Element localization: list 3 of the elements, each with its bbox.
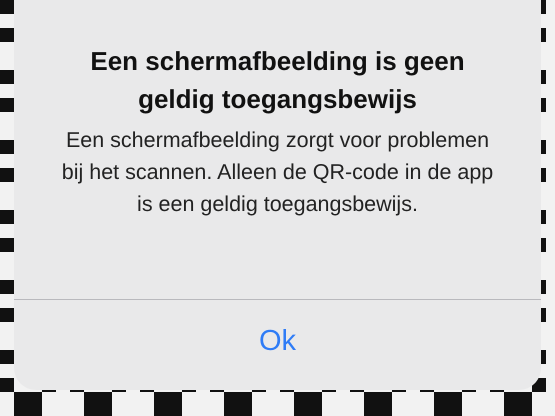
- ok-button[interactable]: Ok: [14, 300, 541, 390]
- alert-message: Een schermafbeelding zorgt voor problemen bij het scannen. Alleen de QR-code in de app is een geldig toegangsbewijs.: [60, 127, 494, 218]
- alert-title: Een schermafbeelding is geen geldig toegangsbewijs: [89, 45, 466, 116]
